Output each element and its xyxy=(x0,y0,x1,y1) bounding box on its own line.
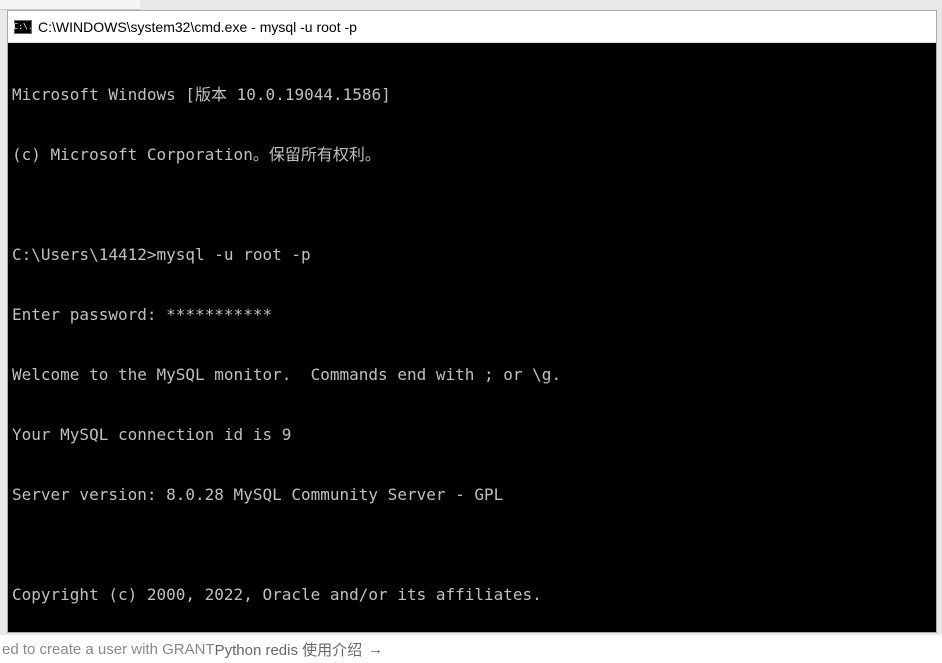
arrow-right-icon[interactable]: → xyxy=(368,641,383,658)
footer-text-right[interactable]: Python redis 使用介绍 xyxy=(215,639,363,660)
terminal-line: Server version: 8.0.28 MySQL Community S… xyxy=(12,485,932,505)
terminal-line: C:\Users\14412>mysql -u root -p xyxy=(12,245,932,265)
window-titlebar[interactable]: C:\. C:\WINDOWS\system32\cmd.exe - mysql… xyxy=(8,11,936,43)
terminal-line: Copyright (c) 2000, 2022, Oracle and/or … xyxy=(12,585,932,605)
window-title: C:\WINDOWS\system32\cmd.exe - mysql -u r… xyxy=(38,19,357,35)
terminal-line: Welcome to the MySQL monitor. Commands e… xyxy=(12,365,932,385)
background-strip xyxy=(0,0,140,10)
cmd-icon: C:\. xyxy=(14,20,32,34)
terminal-line: Your MySQL connection id is 9 xyxy=(12,425,932,445)
footer-text-left[interactable]: ed to create a user with GRANT xyxy=(2,641,215,658)
page-footer: ed to create a user with GRANT Python re… xyxy=(0,635,942,663)
terminal-line: Enter password: *********** xyxy=(12,305,932,325)
terminal-output[interactable]: Microsoft Windows [版本 10.0.19044.1586] (… xyxy=(8,43,936,632)
cmd-window: C:\. C:\WINDOWS\system32\cmd.exe - mysql… xyxy=(7,10,937,633)
terminal-line: (c) Microsoft Corporation。保留所有权利。 xyxy=(12,145,932,165)
terminal-line: Microsoft Windows [版本 10.0.19044.1586] xyxy=(12,85,932,105)
